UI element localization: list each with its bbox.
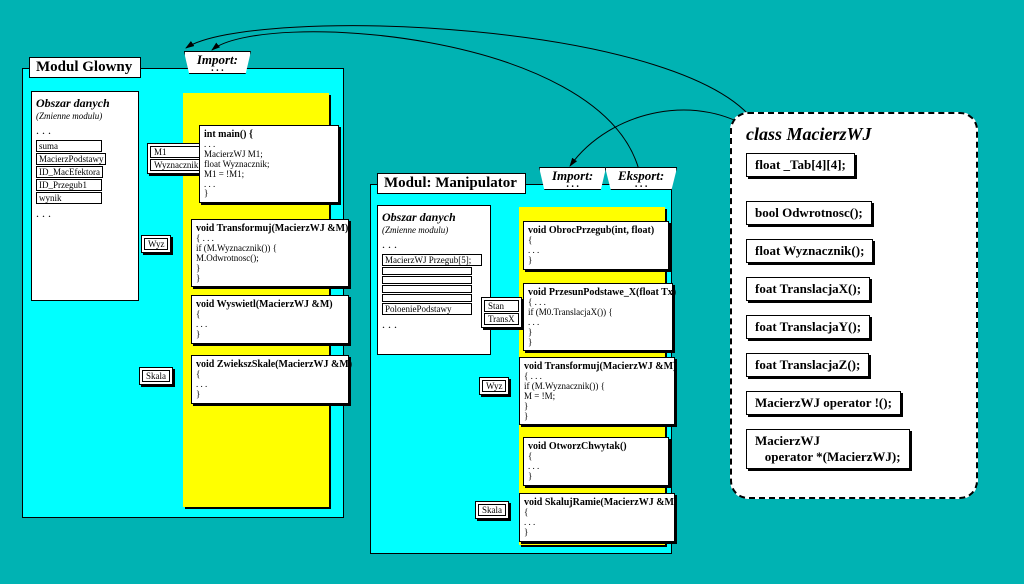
class-member: MacierzWJ operator *(MacierzWJ); — [746, 429, 910, 469]
code-line: } — [524, 528, 670, 538]
class-member: foat TranslacjaX(); — [746, 277, 870, 301]
class-title: class MacierzWJ — [746, 124, 962, 145]
pill-skala: Skala — [478, 504, 506, 516]
code-line: } — [196, 330, 344, 340]
module-manip-title: Modul: Manipulator — [377, 173, 526, 194]
func-main-sig: int main() { — [204, 129, 334, 140]
func-przesun: void PrzesunPodstawe_X(float Tx) { . . .… — [523, 283, 673, 351]
code-line: } — [204, 189, 334, 199]
module-manip-panel: Modul: Manipulator Import: . . . Eksport… — [370, 184, 672, 554]
class-member: float _Tab[4][4]; — [746, 153, 855, 177]
func-przesun-sig: void PrzesunPodstawe_X(float Tx) — [528, 287, 668, 298]
code-line: } — [196, 264, 344, 274]
class-member: foat TranslacjaZ(); — [746, 353, 869, 377]
func-obroc-sig: void ObrocPrzegub(int, float) — [528, 225, 664, 236]
data-area-subheading: (Zmienne modulu) — [36, 111, 134, 121]
code-line: . . . — [524, 518, 670, 528]
module-main-import-tab: Import: . . . — [184, 51, 251, 74]
pill-stack-skala: Skala — [139, 367, 173, 385]
code-line: if (M0.TranslacjaX()) { — [528, 308, 668, 318]
func-transform-2: void Transformuj(MacierzWJ &M) { . . . i… — [519, 357, 675, 425]
pill-wyznacznik: Wyznacznik — [150, 159, 202, 171]
var-field: suma — [36, 140, 102, 152]
code-line: } — [528, 472, 664, 482]
dots-icon: . . . — [36, 206, 134, 221]
func-obroc: void ObrocPrzegub(int, float) { . . . } — [523, 221, 669, 270]
code-line: { — [528, 236, 664, 246]
func-zwieksz-sig: void ZwiekszSkale(MacierzWJ &M) — [196, 359, 344, 370]
code-line: { — [196, 370, 344, 380]
dots-icon: . . . — [382, 237, 486, 252]
polozenie-field: PoloeniePodstawy — [382, 303, 472, 315]
class-member: bool Odwrotnosc(); — [746, 201, 872, 225]
func-wyswietl: void Wyswietl(MacierzWJ &M) { . . . } — [191, 295, 349, 344]
func-transform2-sig: void Transformuj(MacierzWJ &M) — [524, 361, 670, 372]
arr-cell — [382, 276, 472, 284]
module-main-title: Modul Glowny — [29, 57, 141, 78]
code-line: M.Odwrotnosc(); — [196, 254, 344, 264]
arr-cell — [382, 267, 472, 275]
class-member: foat TranslacjaY(); — [746, 315, 870, 339]
code-line: } — [524, 412, 670, 422]
dots-icon: . . . — [36, 123, 134, 138]
data-area-subheading: (Zmienne modulu) — [382, 225, 486, 235]
pill-stack-przesun: Stan TransX — [481, 297, 522, 328]
func-zwieksz: void ZwiekszSkale(MacierzWJ &M) { . . . … — [191, 355, 349, 404]
var-field: MacierzPodstawy — [36, 153, 106, 165]
arr-cell — [382, 294, 472, 302]
class-member: MacierzWJ operator !(); — [746, 391, 901, 415]
code-line: } — [524, 402, 670, 412]
code-line: M = !M; — [524, 392, 670, 402]
module-main-panel: Modul Glowny Import: . . . Obszar danych… — [22, 68, 344, 518]
code-line: { — [196, 310, 344, 320]
func-otworz: void OtworzChwytak() { . . . } — [523, 437, 669, 486]
code-line: M1 = !M1; — [204, 170, 334, 180]
arr-cell — [382, 285, 472, 293]
code-line: } — [528, 338, 668, 348]
data-area-heading: Obszar danych — [36, 96, 134, 111]
pill-stack-transform2: Wyz — [479, 377, 509, 395]
class-macierzwj-panel: class MacierzWJ float _Tab[4][4]; bool O… — [730, 112, 978, 499]
code-line: . . . — [196, 380, 344, 390]
module-manip-export-tab: Eksport: . . . — [605, 167, 677, 190]
var-field: wynik — [36, 192, 102, 204]
class-member: float Wyznacznik(); — [746, 239, 873, 263]
func-skaluj: void SkalujRamie(MacierzWJ &M) { . . . } — [519, 493, 675, 542]
module-manip-data-area: Obszar danych (Zmienne modulu) . . . Mac… — [377, 205, 491, 355]
pill-stack-transform: Wyz — [141, 235, 171, 253]
pill-stack-main: M1 Wyznacznik — [147, 143, 205, 174]
func-wyswietl-sig: void Wyswietl(MacierzWJ &M) — [196, 299, 344, 310]
module-main-data-area: Obszar danych (Zmienne modulu) . . . sum… — [31, 91, 139, 301]
var-field: ID_MacEfektora — [36, 166, 103, 178]
pill-transx: TransX — [484, 313, 519, 325]
arr-label: MacierzWJ Przegub[5]; — [382, 254, 482, 266]
module-manip-import-tab: Import: . . . — [539, 167, 606, 190]
code-line: . . . — [204, 180, 334, 190]
pill-wyz: Wyz — [144, 238, 168, 250]
pill-stack-skala2: Skala — [475, 501, 509, 519]
func-main: int main() { . . . MacierzWJ M1; float W… — [199, 125, 339, 203]
pill-wyz: Wyz — [482, 380, 506, 392]
code-line: } — [528, 256, 664, 266]
data-area-heading: Obszar danych — [382, 210, 486, 225]
var-field: ID_Przegub1 — [36, 179, 102, 191]
code-line: . . . — [528, 246, 664, 256]
pill-stan: Stan — [484, 300, 519, 312]
code-line: . . . — [196, 320, 344, 330]
func-skaluj-sig: void SkalujRamie(MacierzWJ &M) — [524, 497, 670, 508]
code-line: } — [196, 274, 344, 284]
pill-skala: Skala — [142, 370, 170, 382]
code-line: { — [524, 508, 670, 518]
code-line: } — [196, 390, 344, 400]
func-transform: void Transformuj(MacierzWJ &M) { . . . i… — [191, 219, 349, 287]
dots-icon: . . . — [382, 317, 486, 332]
pill-m1: M1 — [150, 146, 202, 158]
code-line: . . . — [528, 462, 664, 472]
func-otworz-sig: void OtworzChwytak() — [528, 441, 664, 452]
func-transform-sig: void Transformuj(MacierzWJ &M) — [196, 223, 344, 234]
code-line: . . . — [528, 318, 668, 328]
code-line: } — [528, 328, 668, 338]
code-line: { — [528, 452, 664, 462]
